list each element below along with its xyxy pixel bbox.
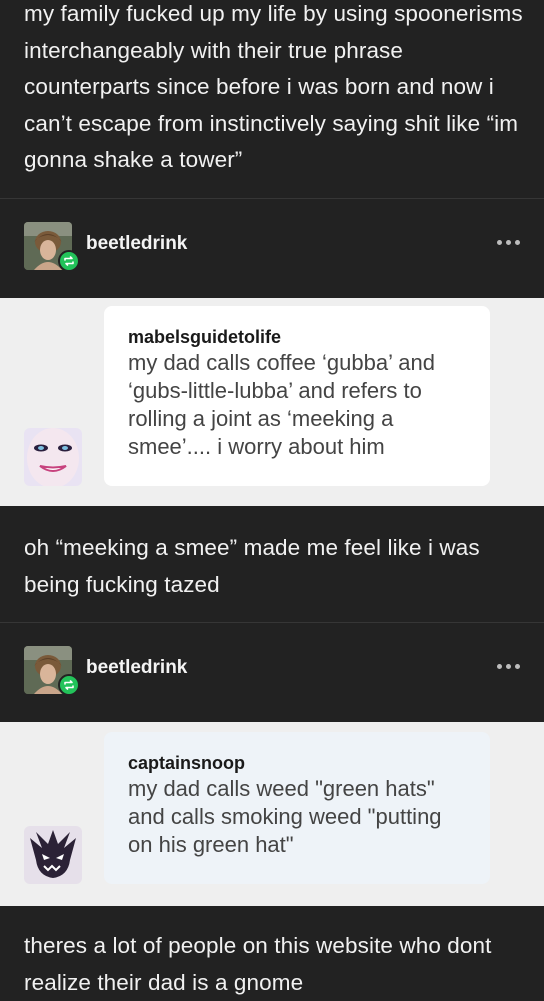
reblog-header: beetledrink bbox=[0, 624, 544, 720]
reblog-header: beetledrink bbox=[0, 200, 544, 296]
post-text: my family fucked up my life by using spo… bbox=[24, 1, 523, 172]
asker-avatar[interactable] bbox=[24, 826, 82, 884]
reblog-username[interactable]: beetledrink bbox=[86, 657, 187, 679]
ask-section: captainsnoop my dad calls weed "green ha… bbox=[0, 722, 544, 906]
ask-bubble: captainsnoop my dad calls weed "green ha… bbox=[104, 732, 490, 884]
post-text: oh “meeking a smee” made me feel like i … bbox=[24, 535, 480, 597]
divider bbox=[0, 198, 544, 199]
asker-name[interactable]: captainsnoop bbox=[128, 752, 466, 774]
reblog-icon bbox=[58, 250, 80, 272]
asker-name[interactable]: mabelsguidetolife bbox=[128, 326, 466, 348]
ellipsis-icon[interactable] bbox=[497, 664, 520, 669]
divider bbox=[0, 622, 544, 623]
asker-avatar[interactable] bbox=[24, 428, 82, 486]
reblog-username[interactable]: beetledrink bbox=[86, 233, 187, 255]
post-text: theres a lot of people on this website w… bbox=[24, 933, 492, 995]
ellipsis-icon[interactable] bbox=[497, 240, 520, 245]
ask-section: mabelsguidetolife my dad calls coffee ‘g… bbox=[0, 298, 544, 506]
ask-bubble: mabelsguidetolife my dad calls coffee ‘g… bbox=[104, 306, 490, 486]
ask-text: my dad calls coffee ‘gubba’ and ‘gubs-li… bbox=[128, 350, 435, 459]
ask-text: my dad calls weed "green hats" and calls… bbox=[128, 776, 442, 857]
reblog-icon bbox=[58, 674, 80, 696]
